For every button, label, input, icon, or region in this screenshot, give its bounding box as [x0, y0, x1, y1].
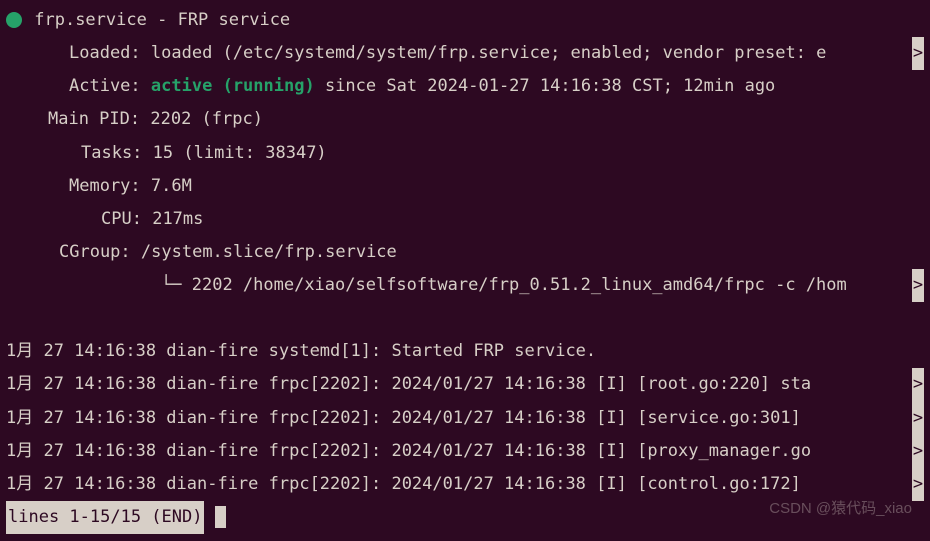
active-running: (running) [223, 76, 315, 96]
overflow-indicator: > [912, 269, 924, 302]
log-entry: 1月 27 14:16:38 dian-fire frpc[2202]: 202… [6, 441, 811, 461]
cpu-value: 217ms [152, 209, 203, 229]
pager-status-line[interactable]: lines 1-15/15 (END) [6, 501, 924, 534]
log-line: 1月 27 14:16:38 dian-fire frpc[2202]: 202… [6, 368, 924, 401]
mainpid-label: Main PID: [48, 109, 140, 129]
cpu-label: CPU: [101, 209, 142, 229]
cgroup-value: /system.slice/frp.service [141, 242, 397, 262]
log-line: 1月 27 14:16:38 dian-fire frpc[2202]: 202… [6, 468, 924, 501]
log-entry: 1月 27 14:16:38 dian-fire systemd[1]: Sta… [6, 341, 596, 361]
log-entry: 1月 27 14:16:38 dian-fire frpc[2202]: 202… [6, 408, 801, 428]
overflow-indicator: > [912, 368, 924, 401]
status-indicator-dot [6, 12, 22, 28]
log-entry: 1月 27 14:16:38 dian-fire frpc[2202]: 202… [6, 374, 811, 394]
tree-branch-icon: └─ [161, 275, 181, 295]
log-entry: 1月 27 14:16:38 dian-fire frpc[2202]: 202… [6, 474, 801, 494]
loaded-value: loaded (/etc/systemd/system/frp.service;… [151, 43, 827, 63]
loaded-label: Loaded: [69, 43, 141, 63]
active-label: Active: [69, 76, 141, 96]
tasks-label: Tasks: [81, 143, 142, 163]
mainpid-value: 2202 (frpc) [150, 109, 263, 129]
loaded-line: Loaded: loaded (/etc/systemd/system/frp.… [6, 37, 924, 70]
log-line: 1月 27 14:16:38 dian-fire frpc[2202]: 202… [6, 435, 924, 468]
overflow-indicator: > [912, 37, 924, 70]
memory-line: Memory: 7.6M [6, 170, 924, 203]
pager-status-text: lines 1-15/15 (END) [6, 501, 204, 534]
mainpid-line: Main PID: 2202 (frpc) [6, 103, 924, 136]
service-description: FRP service [178, 10, 291, 30]
tasks-line: Tasks: 15 (limit: 38347) [6, 137, 924, 170]
log-line: 1月 27 14:16:38 dian-fire systemd[1]: Sta… [6, 335, 924, 368]
cgroup-process: 2202 /home/xiao/selfsoftware/frp_0.51.2_… [192, 275, 847, 295]
overflow-indicator: > [912, 402, 924, 435]
log-line: 1月 27 14:16:38 dian-fire frpc[2202]: 202… [6, 402, 924, 435]
active-status: active [151, 76, 212, 96]
active-since: since Sat 2024-01-27 14:16:38 CST; 12min… [325, 76, 775, 96]
cgroup-label: CGroup: [59, 242, 131, 262]
overflow-indicator: > [912, 468, 924, 501]
cgroup-line: CGroup: /system.slice/frp.service [6, 236, 924, 269]
active-line: Active: active (running) since Sat 2024-… [6, 70, 924, 103]
blank-line [6, 302, 924, 335]
cpu-line: CPU: 217ms [6, 203, 924, 236]
cursor-icon [215, 506, 226, 528]
cgroup-process-line: └─ 2202 /home/xiao/selfsoftware/frp_0.51… [6, 269, 924, 302]
tasks-value: 15 (limit: 38347) [153, 143, 327, 163]
service-name: frp.service [34, 10, 147, 30]
memory-value: 7.6M [151, 176, 192, 196]
memory-label: Memory: [69, 176, 141, 196]
service-title-line: frp.service - FRP service [6, 4, 924, 37]
overflow-indicator: > [912, 435, 924, 468]
